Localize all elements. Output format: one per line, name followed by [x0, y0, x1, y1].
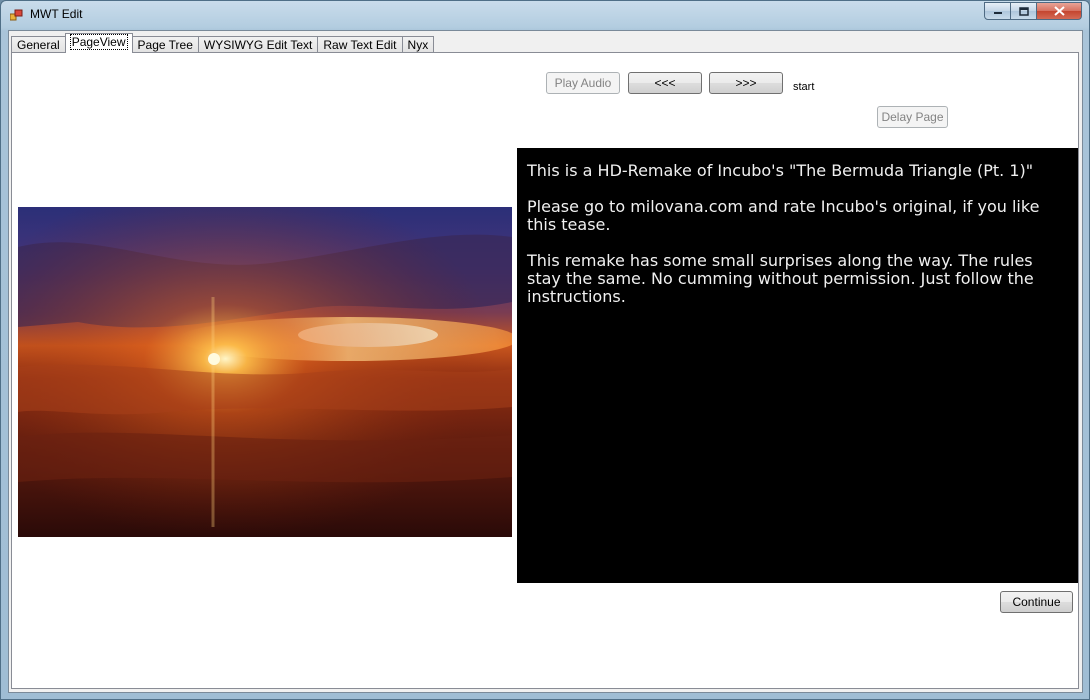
delay-page-button[interactable]: Delay Page [877, 106, 948, 128]
sunset-over-clouds-image [18, 207, 512, 537]
page-text-panel: This is a HD-Remake of Incubo's "The Ber… [517, 148, 1078, 583]
maximize-icon [1018, 6, 1029, 16]
previous-page-button[interactable]: <<< [628, 72, 702, 94]
minimize-icon [993, 12, 1002, 14]
text-paragraph: Please go to milovana.com and rate Incub… [527, 197, 1040, 234]
client-area: General PageView Page Tree WYSIWYG Edit … [8, 30, 1083, 693]
page-picture [18, 207, 512, 537]
tab-label: General [17, 38, 60, 52]
close-icon [1053, 6, 1065, 16]
text-paragraph: This remake has some small surprises alo… [527, 251, 1034, 306]
continue-button[interactable]: Continue [1000, 591, 1073, 613]
tab-nyx[interactable]: Nyx [401, 36, 435, 53]
tab-label: Page Tree [137, 38, 193, 52]
play-audio-button[interactable]: Play Audio [546, 72, 620, 94]
tab-label: WYSIWYG Edit Text [203, 38, 313, 52]
tab-label: Raw Text Edit [323, 38, 397, 52]
app-window: MWT Edit General PageView Page Tree WYSI… [0, 0, 1090, 700]
pageview-panel: Play Audio <<< >>> start Delay Page This… [11, 52, 1079, 689]
next-page-button[interactable]: >>> [709, 72, 783, 94]
window-title: MWT Edit [30, 7, 83, 21]
title-bar[interactable]: MWT Edit [1, 1, 1089, 29]
tab-pageview[interactable]: PageView [64, 33, 133, 53]
maximize-button[interactable] [1011, 2, 1037, 20]
tab-label: Nyx [407, 38, 429, 52]
page-name-label: start [793, 81, 815, 93]
text-paragraph: This is a HD-Remake of Incubo's "The Ber… [527, 161, 1034, 180]
tab-raw-text-edit[interactable]: Raw Text Edit [317, 36, 403, 53]
tab-wysiwyg-edit-text[interactable]: WYSIWYG Edit Text [197, 36, 319, 53]
minimize-button[interactable] [984, 2, 1011, 20]
tab-strip: General PageView Page Tree WYSIWYG Edit … [11, 33, 435, 53]
tab-label: PageView [69, 34, 128, 50]
app-icon [10, 9, 23, 21]
tab-page-tree[interactable]: Page Tree [131, 36, 199, 53]
close-button[interactable] [1037, 2, 1082, 20]
tab-general[interactable]: General [11, 36, 66, 53]
